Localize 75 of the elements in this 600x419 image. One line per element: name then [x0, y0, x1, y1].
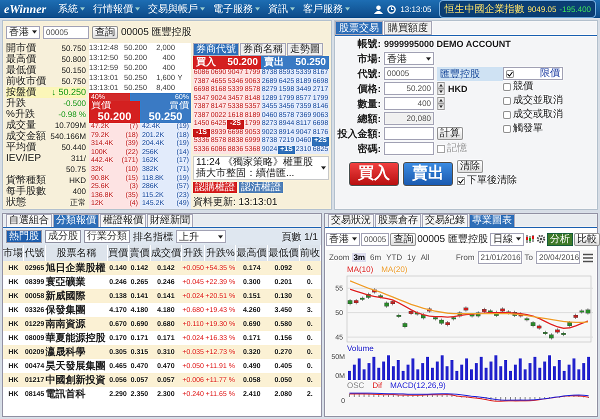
stock-name: 00005 匯豐控股	[417, 232, 488, 246]
field-value: 311/ 50.75	[64, 153, 86, 175]
field-label: 平均價	[6, 142, 36, 153]
volume-label: Volume	[347, 344, 374, 353]
field-value: -0.98 %	[58, 109, 86, 120]
field-label: 前收市價	[6, 76, 46, 87]
table-cell: 昊天發展集團	[45, 359, 108, 373]
index-name: 恒生中國企業指數	[444, 2, 524, 16]
field-value: 10.709M	[54, 120, 86, 131]
field-value: 正常	[70, 197, 86, 208]
amount-label: 投入金額:	[336, 128, 381, 140]
field-label: 最低價	[6, 65, 36, 76]
field-label: 貨幣種類	[6, 175, 46, 186]
market-label: 市場:	[356, 52, 381, 66]
table-cell: 瀛晟科學	[45, 345, 108, 359]
field-value: -0.500	[63, 98, 86, 109]
from-label: From	[456, 253, 475, 262]
field-label: IEV/IEP	[6, 153, 42, 164]
currency-label: HKD	[448, 84, 468, 94]
field-value: HKD	[69, 175, 86, 186]
field-label: 最高價	[6, 54, 36, 65]
table-cell: 保發集團	[45, 303, 108, 317]
index-value: 9049.05	[527, 4, 556, 14]
price-label: 價格:	[356, 82, 381, 96]
index-change: -195.400	[559, 4, 591, 14]
field-label: %升跌	[6, 109, 35, 120]
account-label: 帳號:	[356, 38, 381, 50]
legend-label: MA(10)	[347, 265, 374, 274]
table-cell: 中國創新投資	[45, 373, 108, 387]
field-label: 開市價	[6, 43, 36, 54]
field-label: 升跌	[6, 98, 26, 109]
to-label: To	[524, 253, 533, 262]
legend-label: OSC	[347, 381, 364, 390]
total-field: 20,080	[384, 112, 434, 125]
rank-label: 排名指標	[133, 230, 173, 244]
table-cell: 南南資源	[45, 317, 108, 331]
field-value: 50.440	[62, 142, 86, 153]
stock-name: 匯豐控股	[437, 66, 503, 80]
legend-label: MACD(12,26,9)	[390, 381, 446, 390]
table-cell: 寰亞礦業	[45, 275, 108, 289]
code-label: 代號:	[356, 68, 381, 80]
total-label: 總額:	[356, 112, 381, 126]
account-value: 9999995000 DEMO ACCOUNT	[384, 38, 511, 48]
field-value: 540.166M	[50, 131, 86, 142]
update-time: 資料更新: 13:13:01	[193, 196, 278, 209]
field-value: 50.800	[62, 54, 86, 65]
field-value: ↓ 50.250	[51, 87, 86, 98]
field-value: 50.750	[62, 76, 86, 87]
zoom-label: Zoom	[329, 253, 350, 262]
password-label: 密碼:	[356, 142, 381, 156]
clock-time: 13:13:05	[400, 4, 432, 14]
quantity-label: 數量:	[356, 98, 381, 110]
bid-price: 50.200	[98, 111, 132, 124]
ask-queue-price: 50.250	[295, 56, 326, 69]
app-logo: eWinner	[4, 2, 46, 16]
legend-label: Dif	[372, 381, 382, 390]
table-cell: 新威國際	[45, 289, 108, 303]
field-value: 50.150	[62, 65, 86, 76]
bid-queue-price: 50.200	[227, 56, 258, 69]
field-label: 成交金額	[6, 131, 46, 142]
page-indicator: 頁數 1/1	[281, 230, 318, 244]
table-cell: 華夏能源控股	[45, 331, 108, 345]
ask-queue-label: 賣出	[264, 56, 284, 69]
field-value: 400	[72, 186, 86, 197]
field-label: 按盤價	[6, 87, 36, 98]
field-value: 50.750	[62, 43, 86, 54]
field-label: 成交量	[6, 120, 36, 131]
ask-price: 50.250	[148, 111, 182, 124]
table-cell: 電訊首科	[45, 387, 108, 401]
bid-queue-label: 買入	[196, 56, 216, 69]
field-label: 每手股數	[6, 186, 46, 197]
stock-name: 00005 匯豐控股	[121, 26, 192, 39]
legend-label: MA(20)	[381, 265, 408, 274]
table-cell: 旭日企業股權	[45, 261, 108, 275]
field-label: 狀態	[6, 197, 26, 208]
